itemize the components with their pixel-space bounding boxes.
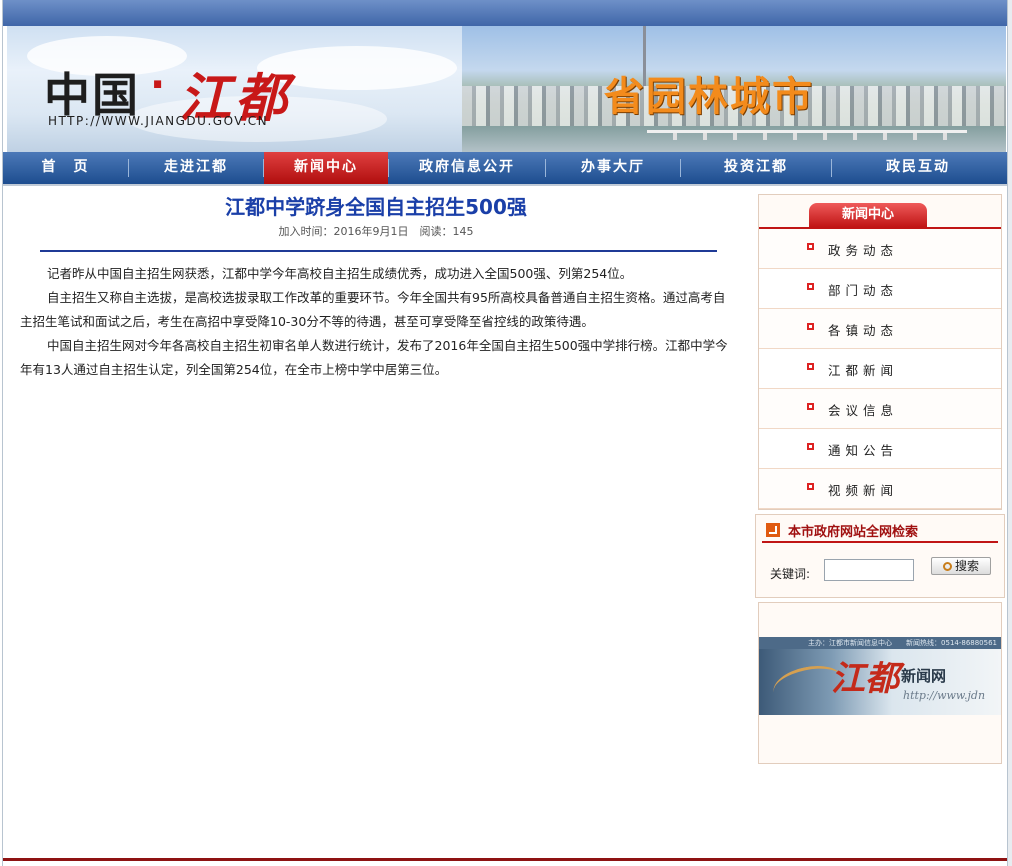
article-body: 记者昨从中国自主招生网获悉，江都中学今年高校自主招生成绩优秀，成功进入全国500… (20, 262, 732, 382)
arrow-icon (766, 523, 780, 537)
news-logo: 江都 (831, 659, 899, 699)
keyword-input[interactable] (824, 559, 914, 581)
bullet-icon (807, 283, 814, 290)
banner-slogan: 省园林城市 (604, 74, 814, 120)
article: 江都中学跻身全国自主招生500强 加入时间：2016年9月1日 阅读：145 记… (20, 192, 732, 382)
site-search-panel: 本市政府网站全网检索 关键词: 搜索 (755, 514, 1005, 598)
bridge (647, 130, 967, 140)
search-button-label: 搜索 (954, 559, 979, 573)
nav-service-hall[interactable]: 办事大厅 (546, 152, 680, 184)
nav-invest[interactable]: 投资江都 (681, 152, 831, 184)
sidebar-item-notices[interactable]: 通知公告 (759, 429, 1001, 469)
sidebar-item-dept-news[interactable]: 部门动态 (759, 269, 1001, 309)
news-center-sidebar: 新闻中心 政务动态 部门动态 各镇动态 江都新闻 会议信息 通知公告 视频新闻 (758, 194, 1002, 510)
scrollbar-track[interactable] (1008, 0, 1012, 866)
sidebar-item-label: 视频新闻 (828, 483, 899, 498)
news-site-banner[interactable]: 主办：江都市新闻信息中心 新闻热线：0514-86880561 江都 新闻网 h… (759, 637, 1001, 715)
news-site-url: http://www.jdn (903, 689, 986, 702)
news-banner-strip: 主办：江都市新闻信息中心 新闻热线：0514-86880561 (759, 637, 1001, 649)
sidebar-item-label: 江都新闻 (828, 363, 899, 378)
news-site-panel: 主办：江都市新闻信息中心 新闻热线：0514-86880561 江都 新闻网 h… (758, 602, 1002, 764)
article-paragraph: 记者昨从中国自主招生网获悉，江都中学今年高校自主招生成绩优秀，成功进入全国500… (47, 266, 633, 281)
site-url: HTTP://WWW.JIANGDU.GOV.CN (48, 114, 269, 128)
search-divider (762, 541, 998, 543)
bullet-icon (807, 243, 814, 250)
nav-news-center[interactable]: 新闻中心 (264, 152, 388, 184)
sidebar-item-jiangdu-news[interactable]: 江都新闻 (759, 349, 1001, 389)
nav-about-jiangdu[interactable]: 走进江都 (129, 152, 263, 184)
site-logo-dot: · (150, 62, 166, 108)
article-title: 江都中学跻身全国自主招生500强 (225, 195, 527, 219)
sidebar-item-meetings[interactable]: 会议信息 (759, 389, 1001, 429)
article-paragraph: 自主招生又称自主选拔，是高校选拔录取工作改革的重要环节。今年全国共有95所高校具… (20, 290, 726, 329)
search-icon (942, 562, 952, 571)
bullet-icon (807, 363, 814, 370)
search-button[interactable]: 搜索 (931, 557, 991, 575)
sidebar-item-label: 部门动态 (828, 283, 899, 298)
sidebar-item-label: 各镇动态 (828, 323, 899, 338)
header-banner: 中国 · 江都 HTTP://WWW.JIANGDU.GOV.CN 省园林城市 (7, 26, 1006, 152)
bullet-icon (807, 483, 814, 490)
sidebar-item-town-news[interactable]: 各镇动态 (759, 309, 1001, 349)
footer-divider (3, 858, 1007, 861)
bullet-icon (807, 323, 814, 330)
title-divider (40, 250, 717, 252)
search-header: 本市政府网站全网检索 (766, 521, 919, 540)
top-bar (3, 0, 1007, 26)
sidebar-item-video-news[interactable]: 视频新闻 (759, 469, 1001, 509)
sidebar-tab[interactable]: 新闻中心 (809, 203, 927, 227)
nav-gov-info[interactable]: 政府信息公开 (389, 152, 545, 184)
article-paragraph: 中国自主招生网对今年各高校自主招生初审名单人数进行统计，发布了2016年全国自主… (20, 338, 728, 377)
sidebar-item-label: 会议信息 (828, 403, 899, 418)
main-nav: 首 页 走进江都 新闻中心 政府信息公开 办事大厅 投资江都 政民互动 (3, 152, 1007, 186)
search-title: 本市政府网站全网检索 (788, 524, 919, 540)
nav-home[interactable]: 首 页 (3, 152, 128, 184)
bullet-icon (807, 443, 814, 450)
nav-interaction[interactable]: 政民互动 (832, 152, 1004, 184)
news-site-name: 新闻网 (901, 667, 947, 685)
bullet-icon (807, 403, 814, 410)
keyword-label: 关键词: (770, 567, 811, 581)
sidebar-item-label: 通知公告 (828, 443, 899, 458)
sidebar-list: 政务动态 部门动态 各镇动态 江都新闻 会议信息 通知公告 视频新闻 (759, 229, 1001, 509)
article-meta: 加入时间：2016年9月1日 阅读：145 (278, 225, 474, 238)
sidebar-item-label: 政务动态 (828, 243, 899, 258)
sidebar-item-gov-news[interactable]: 政务动态 (759, 229, 1001, 269)
